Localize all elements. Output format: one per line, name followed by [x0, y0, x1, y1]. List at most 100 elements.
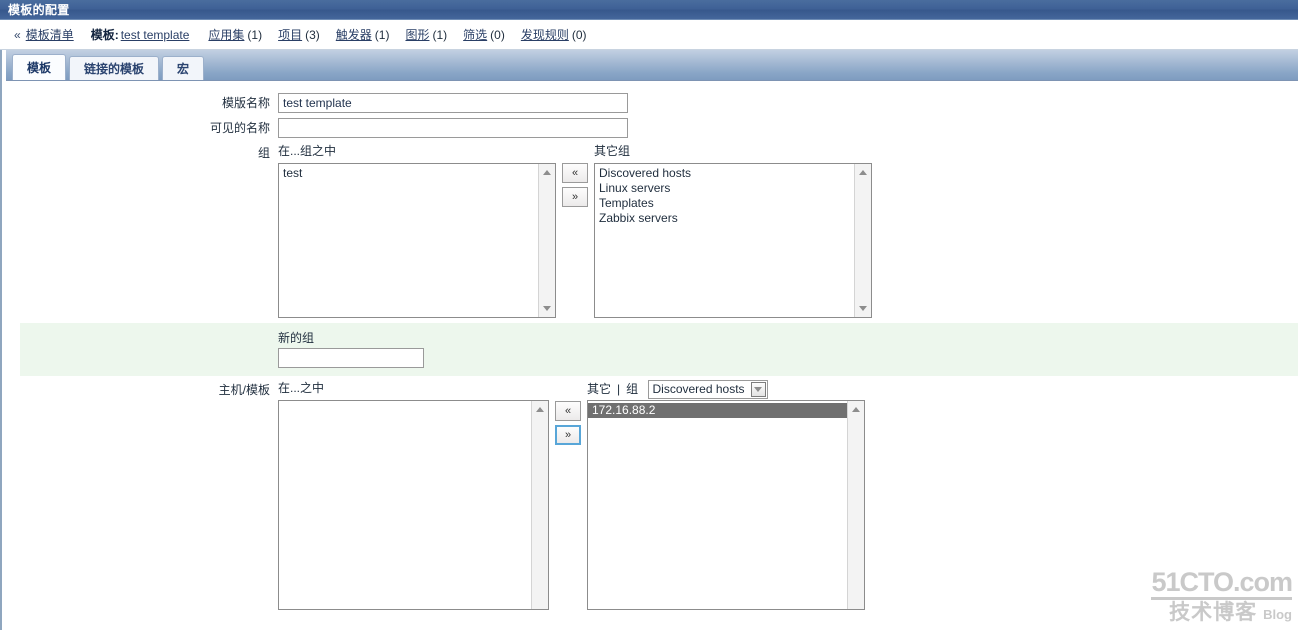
groups-transfer-widget: 在...组之中 test « » 其它组 Discovered hosts Li… — [278, 143, 872, 318]
hosts-in-options — [279, 401, 548, 403]
hosts-other-options: 172.16.88.2 — [588, 401, 864, 418]
row-new-group-input — [20, 348, 1298, 368]
hosts-in-column: 在...之中 — [278, 380, 549, 610]
row-groups: 组 在...组之中 test « » 其它组 Discovered hosts … — [2, 143, 1298, 318]
field-template-name — [278, 93, 628, 113]
row-new-group-label: 新的组 — [20, 329, 1298, 346]
groups-other-option[interactable]: Templates — [595, 196, 871, 211]
groups-in-column: 在...组之中 test — [278, 143, 556, 318]
label-template-name: 模版名称 — [221, 96, 270, 110]
breadcrumb-item-items: 项目 (3) — [278, 26, 320, 43]
groups-in-scrollbar[interactable] — [538, 164, 555, 317]
label-visible-name: 可见的名称 — [209, 121, 270, 135]
groups-in-listbox[interactable]: test — [278, 163, 556, 318]
groups-other-listbox[interactable]: Discovered hosts Linux servers Templates… — [594, 163, 872, 318]
groups-in-option[interactable]: test — [279, 166, 555, 181]
hosts-group-select-value: Discovered hosts — [652, 382, 745, 396]
breadcrumb-link-graphs[interactable]: 图形 — [405, 28, 429, 42]
label-hosts-templates: 主机/模板 — [218, 383, 270, 397]
breadcrumb-count-screens: (0) — [490, 28, 505, 42]
hosts-group-select[interactable]: Discovered hosts — [647, 380, 768, 399]
hosts-other-column: 其它 | 组 Discovered hosts 172.16.88.2 — [587, 380, 865, 610]
watermark-site: 51CTO.com — [1151, 568, 1293, 600]
groups-in-options: test — [279, 164, 555, 181]
hosts-move-left-button[interactable]: « — [555, 401, 581, 421]
tab-strip: 模板 链接的模板 宏 — [6, 50, 1298, 81]
field-new-group — [278, 348, 424, 368]
breadcrumb-count-applications: (1) — [247, 28, 263, 42]
groups-other-column: 其它组 Discovered hosts Linux servers Templ… — [594, 143, 872, 318]
new-group-input[interactable] — [278, 348, 424, 368]
template-name-input[interactable] — [278, 93, 628, 113]
hosts-group-label: 组 — [626, 382, 639, 396]
scroll-down-icon[interactable] — [539, 301, 555, 316]
scroll-up-icon[interactable] — [855, 165, 871, 180]
hosts-other-header: 其它 — [587, 382, 612, 396]
groups-other-options: Discovered hosts Linux servers Templates… — [595, 164, 871, 226]
groups-other-option[interactable]: Linux servers — [595, 181, 871, 196]
breadcrumb-item-screens: 筛选 (0) — [463, 26, 505, 43]
breadcrumb-entity-label: 模板: — [90, 28, 119, 42]
hosts-other-scrollbar[interactable] — [847, 401, 864, 609]
label-groups: 组 — [257, 146, 270, 160]
breadcrumb-item-discovery-rules: 发现规则 (0) — [521, 26, 587, 43]
hosts-transfer-widget: 在...之中 « » 其它 | 组 Discovered hosts 172.1… — [278, 380, 865, 610]
page-body: 模板 链接的模板 宏 模版名称 可见的名称 组 在...组之中 — [0, 50, 1298, 630]
breadcrumb-link-applications[interactable]: 应用集 — [208, 28, 244, 42]
breadcrumb-link-screens[interactable]: 筛选 — [463, 28, 487, 42]
scroll-down-icon[interactable] — [855, 301, 871, 316]
hosts-in-header: 在...之中 — [278, 381, 325, 395]
breadcrumb-link-template-list[interactable]: 模板清单 — [26, 26, 74, 43]
groups-other-option[interactable]: Discovered hosts — [595, 166, 871, 181]
tab-linked-templates[interactable]: 链接的模板 — [69, 56, 160, 80]
new-group-section: 新的组 — [20, 323, 1298, 376]
groups-move-right-button[interactable]: » — [562, 187, 588, 207]
breadcrumb-link-triggers[interactable]: 触发器 — [336, 28, 372, 42]
hosts-in-listbox[interactable] — [278, 400, 549, 610]
groups-other-header: 其它组 — [594, 144, 631, 158]
breadcrumb-count-triggers: (1) — [374, 28, 390, 42]
hosts-other-option[interactable]: 172.16.88.2 — [588, 403, 864, 418]
groups-in-header: 在...组之中 — [278, 144, 337, 158]
hosts-other-header-row: 其它 | 组 Discovered hosts — [587, 380, 865, 399]
field-visible-name — [278, 118, 628, 138]
breadcrumb-item-triggers: 触发器 (1) — [336, 26, 390, 43]
template-form: 模版名称 可见的名称 组 在...组之中 test — [2, 81, 1298, 610]
hosts-in-scrollbar[interactable] — [531, 401, 548, 609]
breadcrumb-count-discovery-rules: (0) — [571, 28, 587, 42]
breadcrumb-item-graphs: 图形 (1) — [405, 26, 447, 43]
groups-other-option[interactable]: Zabbix servers — [595, 211, 871, 226]
row-visible-name: 可见的名称 — [2, 118, 1298, 138]
hosts-other-listbox[interactable]: 172.16.88.2 — [587, 400, 865, 610]
row-hosts-templates: 主机/模板 在...之中 « » 其它 | 组 Discovered hosts… — [2, 380, 1298, 610]
breadcrumb-link-template-name[interactable]: test template — [121, 28, 190, 42]
groups-move-left-button[interactable]: « — [562, 163, 588, 183]
row-template-name: 模版名称 — [2, 93, 1298, 113]
watermark: 51CTO.com 技术博客 Blog — [1151, 568, 1293, 624]
visible-name-input[interactable] — [278, 118, 628, 138]
breadcrumb-link-discovery-rules[interactable]: 发现规则 — [521, 28, 569, 42]
groups-other-scrollbar[interactable] — [854, 164, 871, 317]
window-title: 模板的配置 — [8, 3, 70, 17]
watermark-tagline: 技术博客 — [1169, 601, 1258, 624]
hosts-transfer-buttons: « » — [549, 380, 587, 449]
tab-template[interactable]: 模板 — [12, 54, 67, 80]
breadcrumb-link-items[interactable]: 项目 — [278, 28, 302, 42]
chevron-down-icon[interactable] — [750, 382, 766, 397]
breadcrumb: « 模板清单 模板: test template 应用集 (1) 项目 (3) 触发… — [0, 20, 1298, 50]
hosts-group-separator: | — [617, 382, 621, 396]
scroll-up-icon[interactable] — [532, 402, 548, 417]
new-group-header: 新的组 — [278, 331, 315, 345]
hosts-move-right-button[interactable]: » — [555, 425, 581, 445]
watermark-subtitle: 技术博客 Blog — [1151, 602, 1292, 624]
breadcrumb-count-items: (3) — [305, 28, 320, 42]
scroll-up-icon[interactable] — [848, 402, 864, 417]
tab-macros[interactable]: 宏 — [162, 56, 205, 80]
groups-transfer-buttons: « » — [556, 143, 594, 211]
watermark-suffix: Blog — [1263, 607, 1292, 622]
window-title-bar: 模板的配置 — [0, 0, 1298, 20]
breadcrumb-count-graphs: (1) — [432, 28, 448, 42]
scroll-up-icon[interactable] — [539, 165, 555, 180]
back-arrow-icon: « — [14, 27, 21, 42]
breadcrumb-item-applications: 应用集 (1) — [208, 26, 262, 43]
